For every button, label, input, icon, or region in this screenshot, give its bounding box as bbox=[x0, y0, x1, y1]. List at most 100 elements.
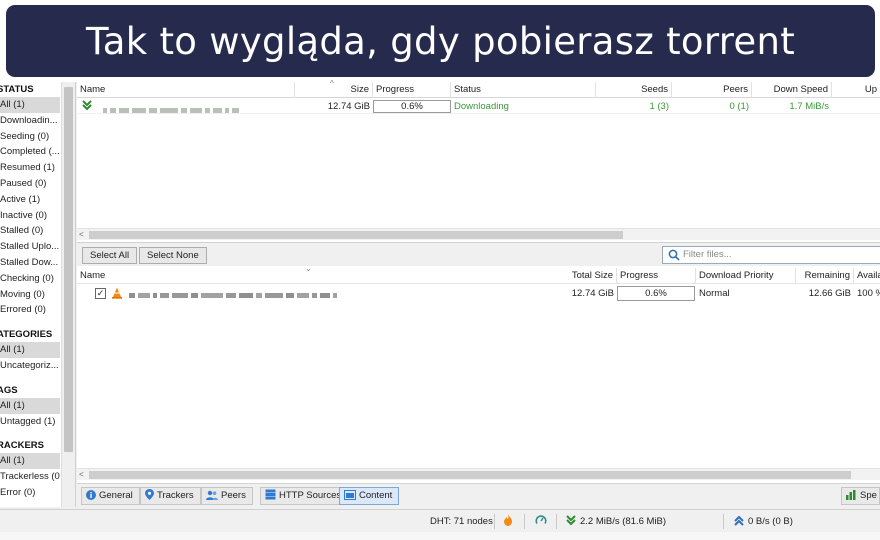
col-header-down-speed[interactable]: Down Speed bbox=[752, 82, 832, 98]
upload-speed-status: 0 B/s (0 B) bbox=[734, 510, 793, 533]
category-item-all[interactable]: All (1) bbox=[0, 342, 60, 358]
file-progress-bar: 0.6% bbox=[617, 286, 695, 301]
filter-files-placeholder: Filter files... bbox=[683, 249, 732, 260]
redacted-torrent-name bbox=[102, 103, 242, 114]
sidebar-scroll-thumb[interactable] bbox=[64, 87, 73, 452]
window-bottom-edge bbox=[0, 532, 880, 540]
status-item-completed[interactable]: Completed (... bbox=[0, 144, 60, 160]
search-icon bbox=[668, 249, 680, 261]
content-hscrollbar[interactable]: < bbox=[77, 468, 880, 480]
status-bar: DHT: 71 nodes 2.2 MiB/s (81.6 MiB) 0 B/s… bbox=[0, 509, 880, 532]
torrent-peers-cell: 0 (1) bbox=[729, 101, 749, 112]
map-pin-icon bbox=[145, 489, 154, 500]
col-header-status[interactable]: Status bbox=[451, 82, 596, 98]
content-scroll-thumb[interactable] bbox=[89, 471, 851, 479]
torrent-list-scroll-thumb[interactable] bbox=[89, 231, 623, 239]
vlc-cone-icon bbox=[112, 287, 122, 299]
torrent-name-cell bbox=[77, 99, 295, 114]
col-header-name[interactable]: Name bbox=[77, 82, 295, 98]
content-col-header-remaining[interactable]: Remaining bbox=[796, 268, 854, 284]
tab-content[interactable]: Content bbox=[339, 487, 400, 505]
filter-sidebar: STATUS All (1) Downloadin... Seeding (0)… bbox=[0, 82, 76, 507]
col-header-up-speed[interactable]: Up bbox=[832, 82, 880, 98]
tag-item-all[interactable]: All (1) bbox=[0, 397, 60, 414]
content-col-header-availability[interactable]: Availa bbox=[854, 268, 880, 284]
torrent-row[interactable]: 12.74 GiB 0.6% Downloading 1 (3) 0 (1) 1… bbox=[77, 99, 880, 114]
folder-icon bbox=[344, 490, 356, 500]
content-col-header-total-size[interactable]: Total Size bbox=[539, 268, 617, 284]
content-scroll-left-arrow-icon[interactable]: < bbox=[79, 469, 84, 481]
tracker-item-all[interactable]: All (1) bbox=[0, 453, 60, 470]
banner-text: Tak to wygląda, gdy pobierasz torrent bbox=[85, 19, 796, 63]
status-item-moving[interactable]: Moving (0) bbox=[0, 287, 60, 303]
tab-trackers[interactable]: Trackers bbox=[140, 487, 201, 505]
torrent-table-header: Name ^ Size Progress Status Seeds Peers … bbox=[77, 79, 880, 98]
connection-status-icon[interactable] bbox=[503, 510, 513, 533]
file-priority-cell[interactable]: Normal bbox=[696, 286, 796, 301]
download-speed-text: 2.2 MiB/s (81.6 MiB) bbox=[580, 516, 667, 527]
content-table-header: ⌄ Name Total Size Progress Download Prio… bbox=[77, 264, 880, 284]
tab-peers-label: Peers bbox=[221, 490, 246, 501]
server-icon bbox=[265, 489, 276, 500]
downloading-chevrons-icon bbox=[82, 100, 92, 111]
scroll-left-arrow-icon[interactable]: < bbox=[79, 229, 84, 241]
content-col-header-name[interactable]: Name bbox=[77, 268, 539, 284]
status-item-errored[interactable]: Errored (0) bbox=[0, 302, 60, 318]
file-remaining-cell: 12.66 GiB bbox=[808, 288, 851, 299]
col-header-seeds[interactable]: Seeds bbox=[596, 82, 672, 98]
alt-speed-icon[interactable] bbox=[535, 510, 547, 533]
file-availability-cell: 100 % bbox=[857, 288, 880, 299]
caption-banner: Tak to wygląda, gdy pobierasz torrent bbox=[6, 5, 875, 77]
status-item-downloading[interactable]: Downloadin... bbox=[0, 113, 60, 129]
status-item-checking[interactable]: Checking (0) bbox=[0, 271, 60, 287]
col-header-size[interactable]: Size bbox=[295, 82, 373, 98]
download-speed-status: 2.2 MiB/s (81.6 MiB) bbox=[566, 510, 666, 533]
status-item-active[interactable]: Active (1) bbox=[0, 192, 60, 208]
redacted-file-name bbox=[129, 290, 340, 301]
tab-content-label: Content bbox=[359, 490, 393, 501]
file-checkbox[interactable]: ✓ bbox=[95, 288, 106, 299]
status-item-stalled-uploading[interactable]: Stalled Uplo... bbox=[0, 239, 60, 255]
torrent-size-cell: 12.74 GiB bbox=[327, 101, 370, 112]
content-file-row[interactable]: ✓ 12.74 GiB 0.6% Normal 12.66 GiB 100 % bbox=[77, 285, 880, 302]
users-icon bbox=[206, 490, 218, 500]
upload-speed-text: 0 B/s (0 B) bbox=[748, 516, 793, 527]
speed-button[interactable]: Spe bbox=[841, 487, 880, 505]
content-toolbar: Select All Select None Filter files... bbox=[77, 242, 880, 266]
sidebar-scrollbar[interactable] bbox=[61, 82, 75, 507]
upload-chevrons-icon bbox=[734, 515, 744, 526]
status-item-stalled[interactable]: Stalled (0) bbox=[0, 223, 60, 239]
tracker-item-trackerless[interactable]: Trackerless (0) bbox=[0, 469, 60, 485]
torrent-progress-bar: 0.6% bbox=[373, 100, 451, 113]
tracker-item-error[interactable]: Error (0) bbox=[0, 485, 60, 501]
col-header-progress[interactable]: Progress bbox=[373, 82, 451, 98]
select-none-button[interactable]: Select None bbox=[139, 247, 207, 264]
status-item-all[interactable]: All (1) bbox=[0, 97, 60, 113]
tag-item-untagged[interactable]: Untagged (1) bbox=[0, 414, 60, 430]
torrent-seeds-cell: 1 (3) bbox=[649, 101, 669, 112]
tab-http-sources[interactable]: HTTP Sources bbox=[260, 487, 349, 505]
status-item-stalled-downloading[interactable]: Stalled Dow... bbox=[0, 255, 60, 271]
select-all-button[interactable]: Select All bbox=[82, 247, 138, 264]
file-total-size-cell: 12.74 GiB bbox=[571, 288, 614, 299]
content-col-header-progress[interactable]: Progress bbox=[617, 268, 696, 284]
status-item-resumed[interactable]: Resumed (1) bbox=[0, 160, 60, 176]
status-item-paused[interactable]: Paused (0) bbox=[0, 176, 60, 192]
content-col-header-priority[interactable]: Download Priority bbox=[696, 268, 796, 284]
category-item-uncategorized[interactable]: Uncategoriz... bbox=[0, 358, 60, 374]
properties-tabbar: General Trackers Peers HTTP Sources Cont… bbox=[77, 483, 880, 507]
download-chevrons-icon bbox=[566, 515, 576, 526]
col-header-peers[interactable]: Peers bbox=[672, 82, 752, 98]
tab-general[interactable]: General bbox=[81, 487, 140, 505]
torrent-status-cell: Downloading bbox=[454, 101, 509, 112]
torrent-list-hscrollbar[interactable]: < bbox=[77, 228, 880, 240]
filter-files-input[interactable]: Filter files... bbox=[662, 246, 880, 264]
tab-trackers-label: Trackers bbox=[157, 490, 194, 501]
main-panel: Name ^ Size Progress Status Seeds Peers … bbox=[77, 79, 880, 507]
tab-general-label: General bbox=[99, 490, 133, 501]
tab-peers[interactable]: Peers bbox=[201, 487, 253, 505]
status-item-inactive[interactable]: Inactive (0) bbox=[0, 208, 60, 224]
torrent-down-speed-cell: 1.7 MiB/s bbox=[789, 101, 829, 112]
dht-nodes-label: DHT: 71 nodes bbox=[430, 516, 493, 527]
status-item-seeding[interactable]: Seeding (0) bbox=[0, 129, 60, 145]
